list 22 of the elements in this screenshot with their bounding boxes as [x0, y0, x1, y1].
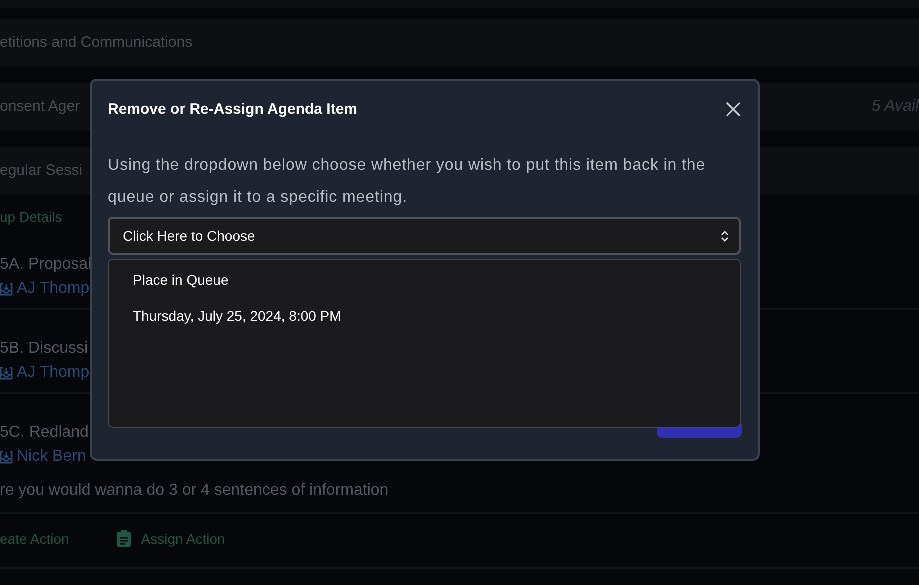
clipboard-icon [117, 530, 132, 547]
dropdown-option[interactable]: Thursday, July 25, 2024, 8:00 PM [133, 308, 716, 324]
download-icon [0, 450, 13, 464]
download-icon [0, 366, 13, 380]
dialog-title: Remove or Re-Assign Agenda Item [108, 101, 358, 118]
download-icon [0, 282, 13, 296]
meeting-select[interactable]: Click Here to Choose [108, 217, 741, 255]
details-link[interactable]: up Details [0, 209, 62, 225]
close-button[interactable] [726, 102, 741, 117]
author-link[interactable]: Nick Bern [17, 448, 86, 466]
item-title: 5B. Discussi [0, 340, 88, 358]
section-bar[interactable]: etitions and Communications [0, 19, 919, 66]
dialog-message: Using the dropdown below choose whether you wish to put this item back in the queue or assign it to a specific meeting. [108, 156, 706, 208]
item-title: 5A. Proposal [0, 256, 92, 274]
item-description: re you would wanna do 3 or 4 sentences of information [0, 482, 389, 500]
chevron-updown-icon [721, 230, 729, 242]
item-title: 5C. Redland [0, 424, 89, 442]
action-link[interactable]: eate Action [0, 530, 70, 546]
action-link[interactable]: Assign Action [117, 530, 226, 547]
author-link[interactable]: AJ Thomp [17, 280, 90, 298]
author-link[interactable]: AJ Thomp [17, 364, 90, 382]
dropdown-option[interactable]: Place in Queue [133, 272, 716, 288]
